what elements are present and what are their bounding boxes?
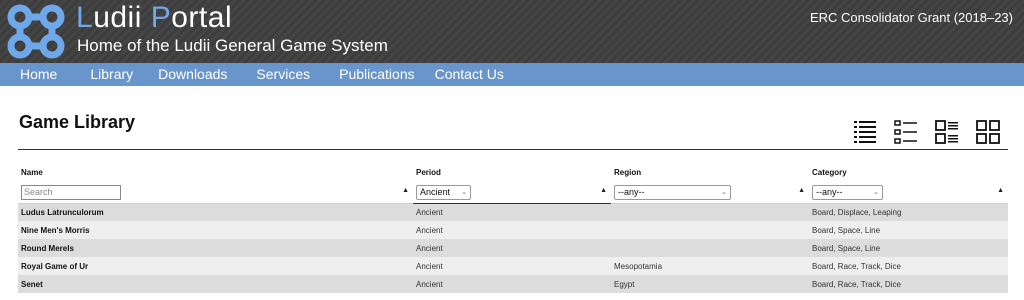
site-header: Ludii Portal Home of the Ludii General G… — [0, 0, 1024, 63]
category-filter-cell: --any-- ⌄ ▲ — [809, 182, 1008, 204]
column-header-name[interactable]: Name — [18, 162, 413, 182]
sort-both-icon[interactable]: ▲ — [798, 187, 805, 194]
chevron-down-icon: ⌄ — [461, 189, 467, 197]
chevron-down-icon: ⌄ — [873, 189, 879, 197]
game-region: Egypt — [611, 275, 809, 293]
table-row[interactable]: Round Merels Ancient Board, Space, Line — [18, 239, 1008, 257]
category-select-value: --any-- — [816, 187, 843, 198]
table-header-row: Name Period Region Category — [18, 162, 1008, 182]
sort-both-icon[interactable]: ▲ — [402, 187, 409, 194]
nav-publications[interactable]: Publications — [329, 63, 425, 86]
game-region — [611, 221, 809, 239]
game-name[interactable]: Royal Game of Ur — [18, 257, 413, 275]
ludii-knot-logo-icon[interactable] — [6, 3, 66, 60]
nav-contact-us[interactable]: Contact Us — [425, 63, 514, 86]
search-input[interactable] — [21, 184, 121, 200]
region-select[interactable]: --any-- ⌄ — [614, 184, 731, 200]
main-nav: Home Library Downloads Services Publicat… — [0, 63, 1024, 86]
game-name[interactable]: Nine Men's Morris — [18, 221, 413, 239]
game-name[interactable]: Round Merels — [18, 239, 413, 257]
table-row[interactable]: Nine Men's Morris Ancient Board, Space, … — [18, 221, 1008, 239]
title-divider — [18, 149, 1008, 150]
game-category: Board, Race, Track, Dice — [809, 257, 1008, 275]
nav-services[interactable]: Services — [246, 63, 320, 86]
game-period: Ancient — [413, 257, 611, 275]
title-initial-p: P — [150, 1, 172, 34]
column-header-region[interactable]: Region — [611, 162, 809, 182]
region-filter-cell: --any-- ⌄ ▲ — [611, 182, 809, 204]
nav-library[interactable]: Library — [80, 63, 143, 86]
game-region: Mesopotamia — [611, 257, 809, 275]
game-library-table: Name Period Region Category ▲ Ancient ⌄ ▲… — [18, 162, 1008, 293]
grid-list-icon[interactable] — [934, 118, 960, 146]
table-row[interactable]: Royal Game of Ur Ancient Mesopotamia Boa… — [18, 257, 1008, 275]
grid-tiles-icon[interactable] — [975, 118, 1001, 146]
title-initial-l: L — [76, 1, 94, 34]
category-select[interactable]: --any-- ⌄ — [812, 184, 883, 200]
title-rest-ortal: ortal — [171, 1, 233, 34]
page-title: Game Library — [19, 112, 136, 132]
game-category: Board, Displace, Leaping — [809, 203, 1008, 221]
period-select-value: Ancient — [420, 187, 451, 198]
game-region — [611, 239, 809, 257]
game-period: Ancient — [413, 203, 611, 221]
table-row[interactable]: Ludus Latrunculorum Ancient Board, Displ… — [18, 203, 1008, 221]
period-select[interactable]: Ancient ⌄ — [416, 184, 471, 200]
game-name[interactable]: Ludus Latrunculorum — [18, 203, 413, 221]
view-mode-toolbar — [852, 118, 1002, 146]
site-title[interactable]: Ludii Portal — [76, 1, 232, 35]
site-subtitle: Home of the Ludii General Game System — [77, 36, 388, 55]
sort-ascending-icon[interactable]: ▲ — [600, 187, 607, 194]
grant-label: ERC Consolidator Grant (2018–23) — [809, 10, 1013, 25]
game-period: Ancient — [413, 221, 611, 239]
game-period: Ancient — [413, 275, 611, 293]
sort-both-icon[interactable]: ▲ — [997, 187, 1004, 194]
table-row[interactable]: Senet Ancient Egypt Board, Race, Track, … — [18, 275, 1008, 293]
name-filter-cell: ▲ — [18, 182, 413, 204]
title-rest-udii: udii — [93, 1, 151, 34]
filter-row: ▲ Ancient ⌄ ▲ --any-- ⌄ ▲ --any-- ⌄ ▲ — [18, 182, 1008, 204]
game-category: Board, Race, Track, Dice — [809, 275, 1008, 293]
period-filter-cell: Ancient ⌄ ▲ — [413, 182, 611, 204]
game-name[interactable]: Senet — [18, 275, 413, 293]
region-select-value: --any-- — [618, 187, 645, 198]
list-dense-icon[interactable] — [852, 118, 878, 146]
game-period: Ancient — [413, 239, 611, 257]
column-header-category[interactable]: Category — [809, 162, 1008, 182]
game-category: Board, Space, Line — [809, 239, 1008, 257]
column-header-period[interactable]: Period — [413, 162, 611, 182]
nav-home[interactable]: Home — [0, 63, 67, 86]
chevron-down-icon: ⌄ — [721, 189, 727, 197]
game-region — [611, 203, 809, 221]
list-bullets-icon[interactable] — [893, 118, 919, 146]
nav-downloads[interactable]: Downloads — [148, 63, 237, 86]
game-category: Board, Space, Line — [809, 221, 1008, 239]
